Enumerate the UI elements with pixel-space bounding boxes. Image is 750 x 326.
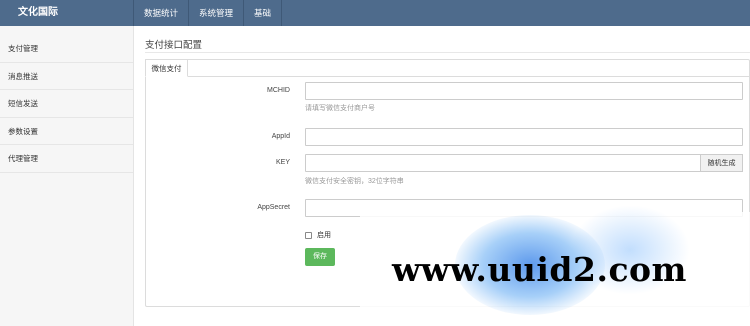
topnav-item-basics[interactable]: 基础	[244, 0, 283, 26]
mchid-label: MCHID	[267, 87, 290, 94]
appid-field[interactable]	[305, 128, 743, 146]
brand-logo[interactable]: 文化国际	[0, 0, 134, 26]
tabs-divider	[145, 76, 750, 77]
mchid-hint: 请填写微信支付商户号	[305, 105, 375, 112]
appid-label: AppId	[271, 133, 290, 140]
title-divider	[145, 52, 750, 53]
enable-label: 启用	[317, 232, 331, 239]
appsecret-label: AppSecret	[257, 204, 290, 211]
random-generate-button[interactable]: 随机生成	[700, 154, 743, 172]
sidebar-item-sms[interactable]: 短信发送	[0, 90, 133, 118]
key-field[interactable]	[305, 154, 701, 172]
key-hint: 微信支付安全密钥，32位字符串	[305, 178, 404, 185]
sidebar-item-agents[interactable]: 代理管理	[0, 145, 133, 173]
enable-checkbox-row[interactable]: 启用	[305, 230, 331, 240]
mchid-field[interactable]	[305, 82, 743, 100]
top-nav: 数据统计 系统管理 基础	[134, 0, 283, 26]
sidebar-item-payment[interactable]: 支付管理	[0, 35, 133, 63]
sidebar-item-parameters[interactable]: 参数设置	[0, 118, 133, 145]
top-navbar: 文化国际 数据统计 系统管理 基础	[0, 0, 750, 26]
sidebar: 支付管理 消息推送 短信发送 参数设置 代理管理	[0, 26, 134, 326]
sidebar-item-message-push[interactable]: 消息推送	[0, 63, 133, 90]
tab-wechat-pay[interactable]: 微信支付	[145, 59, 188, 77]
save-button[interactable]: 保存	[305, 248, 335, 266]
key-label: KEY	[275, 159, 290, 166]
topnav-item-data-stats[interactable]: 数据统计	[134, 0, 190, 26]
watermark-text: www.uuid2.com	[392, 250, 687, 289]
page-title: 支付接口配置	[145, 40, 203, 51]
enable-checkbox[interactable]	[305, 231, 312, 239]
topnav-item-system-management[interactable]: 系统管理	[189, 0, 245, 26]
